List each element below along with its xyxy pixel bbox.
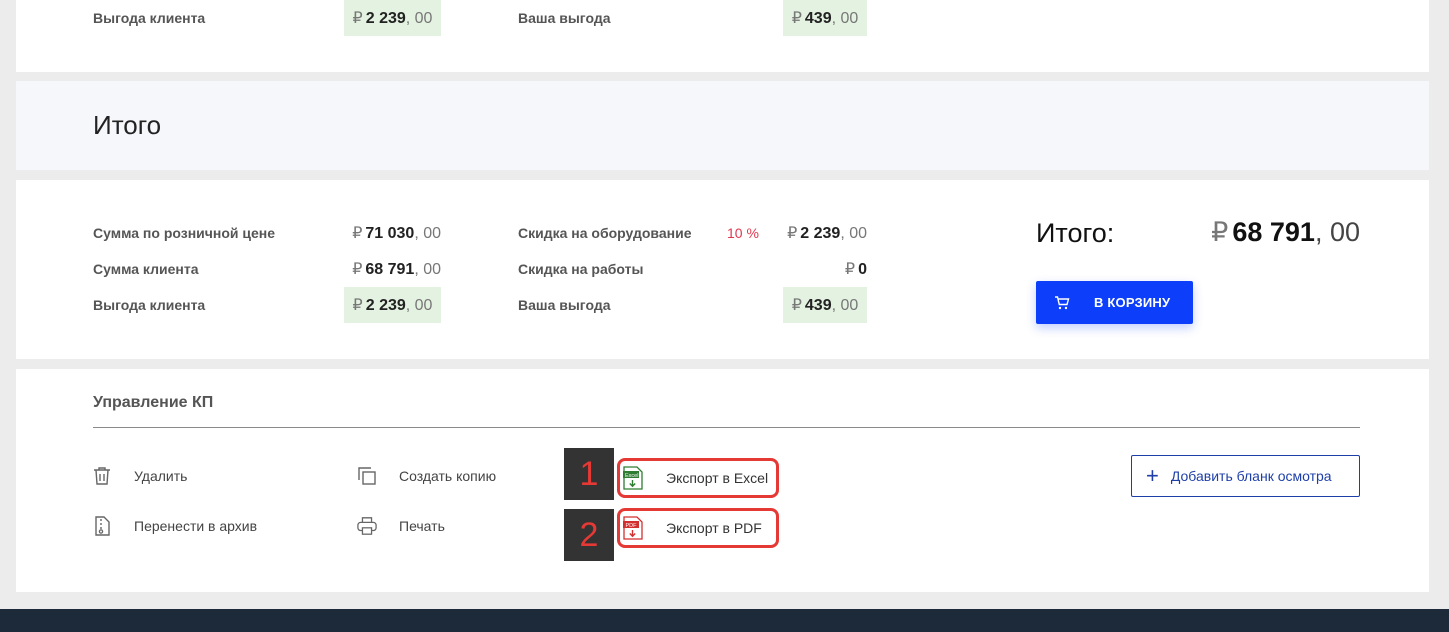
total-section-header: Итого (16, 81, 1429, 170)
copy-action[interactable]: Создать копию (357, 466, 496, 486)
client-sum-label: Сумма клиента (93, 261, 199, 277)
print-action[interactable]: Печать (357, 516, 445, 536)
your-benefit-label: Ваша выгода (518, 10, 611, 26)
annotation-marker-2: 2 (564, 509, 614, 561)
copy-label: Создать копию (399, 468, 497, 484)
your-benefit-value: ₽439, 00 (791, 297, 859, 314)
your-benefit-label: Ваша выгода (518, 297, 611, 313)
plus-icon: + (1146, 463, 1159, 488)
divider (93, 427, 1360, 428)
work-discount-label: Скидка на работы (518, 261, 644, 277)
work-discount-value: ₽0 (844, 261, 867, 278)
annotation-marker-1: 1 (564, 448, 614, 500)
client-benefit-label: Выгода клиента (93, 297, 206, 313)
export-excel-label: Экспорт в Excel (666, 470, 769, 486)
previous-summary-card: Выгода клиента ₽2 239, 00 Ваша выгода ₽4… (16, 0, 1429, 72)
grand-total-value: ₽68 791, 00 (1211, 217, 1360, 247)
page-footer (0, 609, 1449, 632)
trash-icon (92, 466, 112, 486)
print-label: Печать (399, 518, 445, 534)
export-pdf-label: Экспорт в PDF (666, 520, 762, 536)
delete-label: Удалить (134, 468, 188, 484)
export-pdf-button[interactable]: PDF Экспорт в PDF (617, 508, 779, 548)
add-to-cart-label: В КОРЗИНУ (1094, 295, 1171, 310)
add-to-cart-button[interactable]: В КОРЗИНУ (1036, 281, 1193, 324)
client-benefit-highlight: ₽2 239, 00 (344, 287, 441, 323)
proposal-management-card: Управление КП Удалить Перенести в архив … (16, 369, 1429, 592)
equipment-discount-label: Скидка на оборудование (518, 225, 692, 241)
add-inspection-form-button[interactable]: + Добавить бланк осмотра (1131, 455, 1360, 497)
excel-file-icon: Excel (623, 466, 643, 490)
retail-sum-value: ₽71 030, 00 (352, 225, 441, 242)
export-excel-button[interactable]: Excel Экспорт в Excel (617, 458, 779, 498)
client-benefit-value: ₽2 239, 00 (352, 10, 433, 27)
grand-total-label: Итого: (1036, 218, 1115, 248)
add-inspection-form-label: Добавить бланк осмотра (1170, 468, 1332, 484)
copy-icon (357, 466, 377, 486)
pdf-file-icon: PDF (623, 516, 643, 540)
client-benefit-highlight: ₽2 239, 00 (344, 0, 441, 36)
equipment-discount-value: ₽2 239, 00 (787, 225, 867, 242)
retail-sum-label: Сумма по розничной цене (93, 225, 276, 241)
total-summary-card: Сумма по розничной цене ₽71 030, 00 Сумм… (16, 180, 1429, 359)
client-benefit-value: ₽2 239, 00 (352, 297, 433, 314)
client-sum-value: ₽68 791, 00 (352, 261, 441, 278)
your-benefit-highlight: ₽439, 00 (783, 0, 867, 36)
archive-action[interactable]: Перенести в архив (92, 516, 257, 536)
equipment-discount-percent: 10 % (727, 225, 759, 241)
section-title: Итого (93, 110, 162, 140)
management-title: Управление КП (93, 394, 214, 411)
archive-label: Перенести в архив (134, 518, 258, 534)
your-benefit-highlight: ₽439, 00 (783, 287, 867, 323)
delete-action[interactable]: Удалить (92, 466, 187, 486)
archive-file-icon (92, 516, 112, 536)
your-benefit-value: ₽439, 00 (791, 10, 859, 27)
printer-icon (357, 516, 377, 536)
cart-icon (1054, 295, 1070, 310)
svg-text:Excel: Excel (625, 473, 638, 479)
svg-text:PDF: PDF (626, 523, 638, 529)
client-benefit-label: Выгода клиента (93, 10, 206, 26)
